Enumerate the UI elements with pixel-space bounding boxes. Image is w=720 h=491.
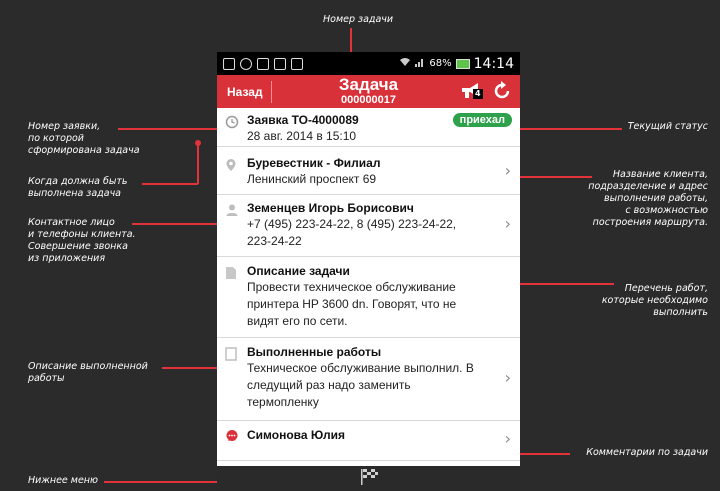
- android-status-bar: 68% 14:14: [217, 52, 520, 75]
- clipboard-icon: [274, 57, 286, 70]
- completed-works-line: следущий раз надо заменить: [247, 378, 411, 392]
- list-item-completed-works[interactable]: Выполненные работы Техническое обслужива…: [217, 338, 520, 421]
- annotation-due-time: Когда должна быть выполнена задача: [28, 176, 128, 199]
- annotation-comments: Комментарии по задачи: [586, 447, 708, 458]
- annotation-line: [197, 143, 199, 184]
- task-description-title: Описание задачи: [247, 264, 350, 278]
- chevron-right-icon: ›: [504, 368, 511, 387]
- refresh-icon: [494, 81, 510, 99]
- status-right: 68% 14:14: [399, 56, 514, 72]
- notification-icons: [223, 57, 303, 70]
- list-item-client[interactable]: Буревестник - Филиал Ленинский проспект …: [217, 147, 520, 195]
- image-icon: [223, 57, 235, 70]
- document-icon: [257, 57, 269, 70]
- document-icon: [225, 265, 237, 284]
- clock: 14:14: [473, 55, 514, 72]
- battery-percent: 68%: [429, 58, 452, 69]
- bottom-menu[interactable]: [217, 466, 520, 491]
- wifi-icon: [399, 57, 411, 70]
- annotation-request-number: Номер заявки, по которой сформирована за…: [28, 121, 140, 156]
- annotation-line: [512, 128, 622, 130]
- location-pin-icon: [225, 157, 237, 176]
- client-name: Буревестник - Филиал: [247, 156, 381, 170]
- annotation-line: [514, 283, 614, 285]
- steering-icon: [240, 57, 252, 70]
- annotation-line: [132, 223, 230, 225]
- chevron-right-icon: ›: [504, 214, 511, 233]
- refresh-button[interactable]: [492, 81, 512, 105]
- annotation-line: [118, 128, 230, 130]
- back-button[interactable]: Назад: [217, 80, 272, 103]
- clock-icon: [225, 114, 239, 133]
- annotation-line: [514, 176, 592, 178]
- annotation-done-description: Описание выполненной работы: [28, 361, 148, 384]
- bag-icon: [291, 57, 303, 70]
- contact-name: Земенцев Игорь Борисович: [247, 201, 414, 215]
- annotation-line: [104, 481, 230, 483]
- list-item-contact[interactable]: Земенцев Игорь Борисович +7 (495) 223-24…: [217, 195, 520, 257]
- annotation-bottom-menu: Нижнее меню: [28, 475, 99, 486]
- comment-icon: [225, 428, 239, 447]
- app-bar: Назад Задача 000000017 4: [217, 75, 520, 108]
- status-badge[interactable]: приехал: [452, 113, 512, 127]
- list-item-request[interactable]: Заявка ТО-4000089 28 авг. 2014 в 15:10 п…: [217, 108, 520, 147]
- completed-works-title: Выполненные работы: [247, 345, 382, 359]
- client-address: Ленинский проспект 69: [247, 172, 377, 186]
- list-item-comment[interactable]: Симонова Юлия ›: [217, 421, 520, 461]
- annotation-line: [142, 183, 198, 185]
- chevron-right-icon: ›: [504, 429, 511, 448]
- contact-phones-line-2[interactable]: 223-24-22: [247, 233, 496, 250]
- task-details-list: Заявка ТО-4000089 28 авг. 2014 в 15:10 п…: [217, 108, 520, 461]
- annotation-contact: Контактное лицо и телефоны клиента. Сове…: [28, 217, 136, 264]
- task-description-line: Провести техническое обслуживание: [247, 280, 456, 294]
- comment-author: Симонова Юлия: [247, 428, 345, 442]
- checkered-flag-icon[interactable]: [359, 468, 379, 490]
- due-date: 28 авг. 2014 в 15:10: [247, 129, 357, 143]
- annotation-dot: [195, 140, 201, 146]
- notes-icon: [225, 346, 237, 365]
- chevron-right-icon: ›: [504, 161, 511, 180]
- task-description-line: видят его по сети.: [247, 314, 348, 328]
- completed-works-line: термопленку: [247, 395, 319, 409]
- completed-works-line: Техническое обслуживание выполнил. В: [247, 361, 474, 375]
- appbar-actions: 4: [460, 81, 512, 105]
- person-icon: [225, 202, 239, 221]
- annotation-line: [514, 453, 570, 455]
- annotation-client-name: Название клиента, подразделение и адрес …: [588, 169, 708, 228]
- battery-icon: [455, 58, 470, 69]
- notification-badge: 4: [473, 89, 483, 99]
- megaphone-button[interactable]: 4: [460, 81, 483, 105]
- phone-screen: 68% 14:14 Назад Задача 000000017 4 Заявк…: [217, 52, 520, 491]
- contact-phones-line-1[interactable]: +7 (495) 223-24-22, 8 (495) 223-24-22,: [247, 216, 496, 233]
- task-description-line: принтера HP 3600 dn. Говорят, что не: [247, 297, 457, 311]
- annotation-task-number: Номер задачи: [323, 14, 394, 25]
- annotation-current-status: Текущий статус: [627, 121, 708, 132]
- list-item-task-description: Описание задачи Провести техническое обс…: [217, 257, 520, 338]
- signal-icon: [415, 57, 425, 70]
- annotation-work-list: Перечень работ, которые необходимо выпол…: [601, 283, 708, 318]
